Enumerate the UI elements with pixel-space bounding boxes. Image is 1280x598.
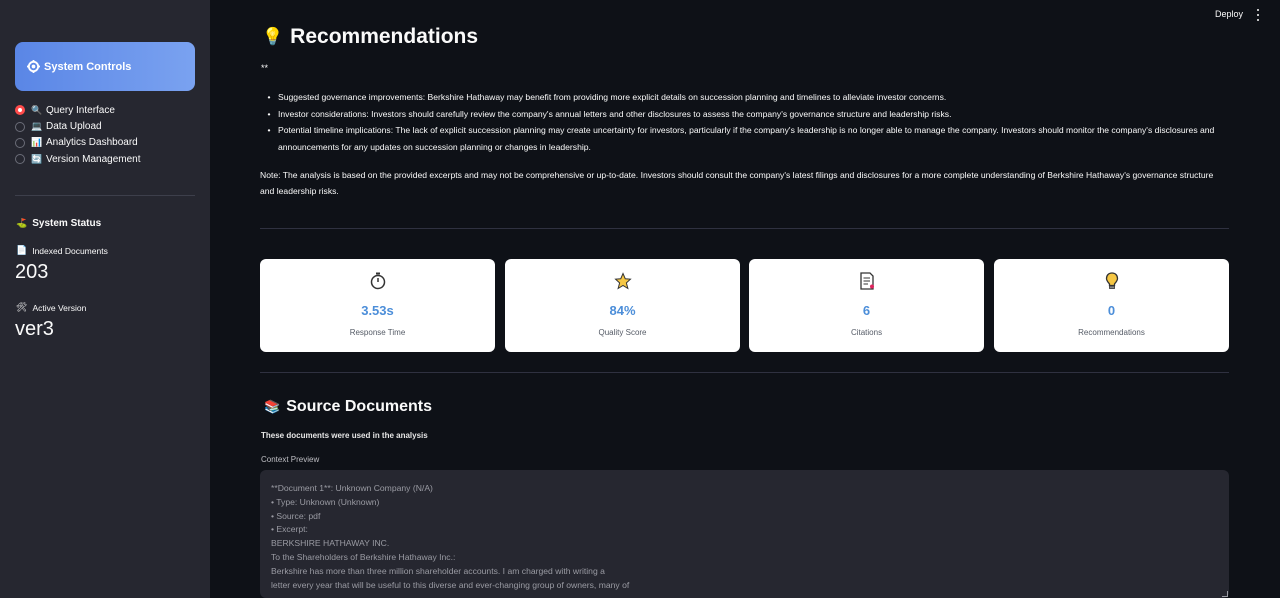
system-controls-button[interactable]: System Controls bbox=[15, 42, 195, 91]
recommendations-heading: 💡 Recommendations bbox=[262, 25, 478, 49]
nav-label: Data Upload bbox=[46, 121, 102, 133]
metric-value: 6 bbox=[862, 303, 871, 318]
resize-handle-icon[interactable] bbox=[1222, 591, 1228, 597]
metric-value: 84% bbox=[609, 303, 636, 318]
context-preview-textarea[interactable]: **Document 1**: Unknown Company (N/A) • … bbox=[260, 470, 1229, 598]
refresh-icon: 🔄 bbox=[31, 153, 43, 164]
metric-caption: Recommendations bbox=[1078, 328, 1145, 337]
metric-value: 3.53s bbox=[361, 303, 394, 318]
kebab-menu-icon[interactable] bbox=[1255, 9, 1261, 21]
radio-unselected-icon bbox=[15, 137, 25, 148]
source-documents-title: Source Documents bbox=[286, 398, 432, 415]
nav-query-interface[interactable]: 🔍 Query Interface bbox=[15, 102, 141, 118]
radio-selected-icon bbox=[15, 105, 25, 116]
metric-caption: Citations bbox=[850, 328, 883, 337]
gear-icon bbox=[26, 59, 40, 74]
analysis-note: Note: The analysis is based on the provi… bbox=[260, 170, 1214, 196]
bullet-icon: • bbox=[267, 108, 271, 119]
nav-label: Analytics Dashboard bbox=[46, 137, 138, 149]
metric-card-recommendations: 0 Recommendations bbox=[994, 259, 1229, 352]
list-item-text: Suggested governance improvements: Berks… bbox=[278, 92, 947, 102]
metric-value: 0 bbox=[1107, 303, 1116, 318]
indexed-documents-text: Indexed Documents bbox=[32, 245, 108, 256]
system-controls-label: System Controls bbox=[44, 60, 132, 73]
list-item: • Investor considerations: Investors sho… bbox=[260, 106, 1220, 123]
list-item-text: Investor considerations: Investors shoul… bbox=[278, 108, 952, 119]
tools-icon: 🛠 bbox=[16, 302, 28, 312]
metric-caption: Response Time bbox=[349, 328, 406, 337]
system-status-title: ⛳ System Status bbox=[16, 218, 101, 229]
list-item: • Suggested governance improvements: Ber… bbox=[260, 89, 1220, 106]
source-documents-heading: 📚 Source Documents bbox=[264, 398, 432, 416]
active-version-value: ver3 bbox=[15, 318, 54, 340]
star-icon bbox=[505, 271, 740, 291]
nav-data-upload[interactable]: 💻 Data Upload bbox=[15, 118, 141, 134]
magnifier-icon: 🔍 bbox=[31, 104, 43, 115]
nav-radio-group: 🔍 Query Interface 💻 Data Upload 📊 Analyt… bbox=[15, 102, 141, 168]
recommendation-list: • Suggested governance improvements: Ber… bbox=[260, 89, 1220, 155]
nav-label: Version Management bbox=[46, 153, 141, 165]
list-item: • Potential timeline implications: The l… bbox=[260, 122, 1220, 155]
active-version-label: 🛠 Active Version bbox=[16, 302, 86, 313]
metric-card-response-time: 3.53s Response Time bbox=[260, 259, 495, 352]
document-icon: 📄 bbox=[16, 245, 28, 255]
nav-version-management[interactable]: 🔄 Version Management bbox=[15, 151, 141, 167]
metric-card-citations: 6 Citations bbox=[749, 259, 984, 352]
divider bbox=[260, 372, 1229, 373]
radio-unselected-icon bbox=[15, 154, 25, 165]
recommendations-title: Recommendations bbox=[290, 25, 479, 48]
sidebar: System Controls 🔍 Query Interface 💻 Data… bbox=[0, 0, 210, 598]
divider bbox=[260, 228, 1229, 229]
bar-chart-icon: 📊 bbox=[31, 137, 43, 148]
indexed-documents-label: 📄 Indexed Documents bbox=[16, 245, 108, 256]
radio-unselected-icon bbox=[15, 121, 25, 132]
document-icon bbox=[749, 271, 984, 291]
nav-analytics-dashboard[interactable]: 📊 Analytics Dashboard bbox=[15, 135, 141, 151]
bullet-icon: • bbox=[267, 125, 271, 135]
markdown-stars: ** bbox=[261, 63, 269, 73]
context-preview-label: Context Preview bbox=[261, 455, 320, 464]
sidebar-divider bbox=[15, 195, 195, 196]
laptop-icon: 💻 bbox=[31, 121, 43, 132]
active-version-text: Active Version bbox=[32, 302, 87, 313]
indexed-documents-value: 203 bbox=[15, 261, 49, 283]
nav-label: Query Interface bbox=[46, 104, 115, 116]
stopwatch-icon bbox=[260, 271, 495, 291]
metric-card-quality-score: 84% Quality Score bbox=[505, 259, 740, 352]
source-documents-subtitle: These documents were used in the analysi… bbox=[261, 431, 428, 440]
lightbulb-icon: 💡 bbox=[262, 27, 284, 46]
bullet-icon: • bbox=[267, 92, 271, 102]
deploy-button[interactable]: Deploy bbox=[1215, 9, 1243, 19]
list-item-text: Potential timeline implications: The lac… bbox=[278, 125, 1215, 152]
flag-icon: ⛳ bbox=[16, 218, 28, 228]
metric-caption: Quality Score bbox=[598, 328, 647, 337]
system-status-label: System Status bbox=[32, 218, 102, 229]
lightbulb-icon bbox=[994, 271, 1229, 291]
books-icon: 📚 bbox=[264, 399, 281, 414]
